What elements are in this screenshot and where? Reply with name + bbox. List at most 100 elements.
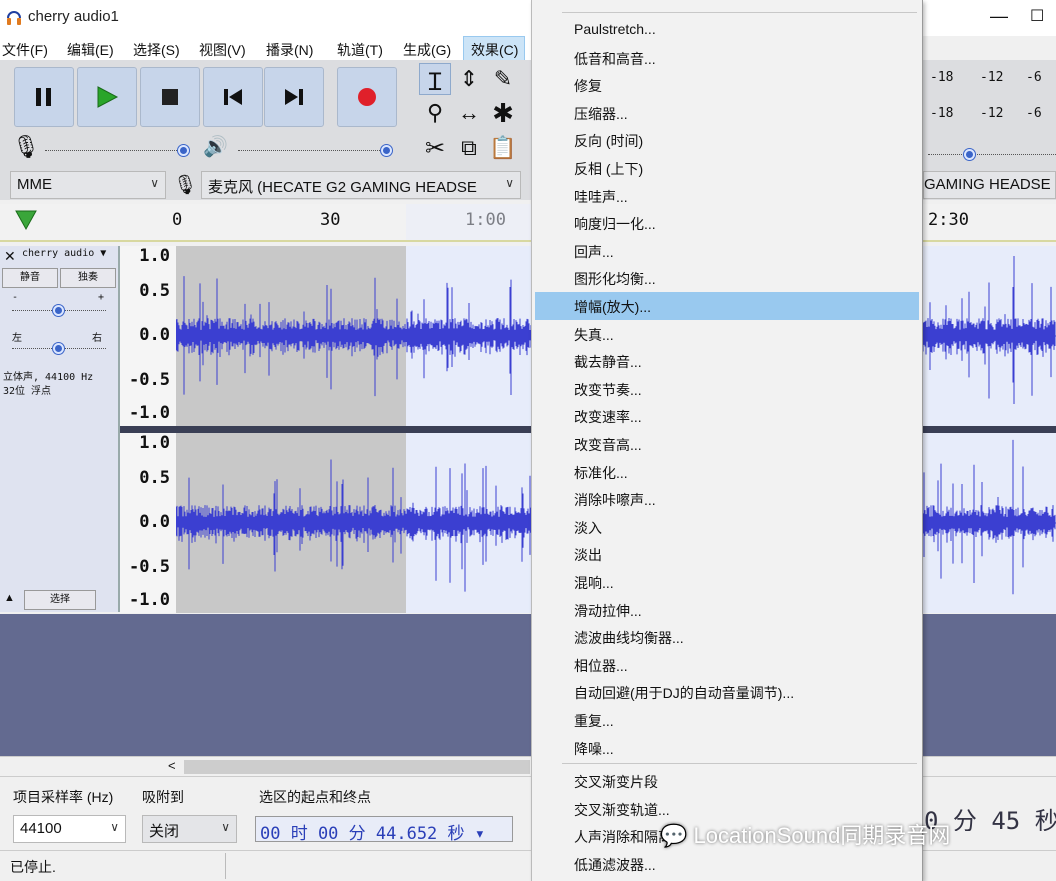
playback-speed-knob[interactable] xyxy=(964,149,975,160)
effect-menu-item[interactable]: 改变节奏... xyxy=(574,380,642,400)
effect-menu-item[interactable]: 混响... xyxy=(574,573,614,593)
skip-start-button[interactable] xyxy=(203,67,263,127)
effect-menu-item[interactable]: 反向 (时间) xyxy=(574,131,643,151)
axis-tick: 0.5 xyxy=(139,468,170,488)
asterisk-icon: ✱ xyxy=(492,97,514,128)
axis-tick: 0.0 xyxy=(139,325,170,345)
effect-menu-item[interactable]: 截去静音... xyxy=(574,352,642,372)
effect-menu-item[interactable]: 重复... xyxy=(574,711,614,731)
pause-button[interactable] xyxy=(14,67,74,127)
stop-button[interactable] xyxy=(140,67,200,127)
effect-menu-item[interactable]: 修复 xyxy=(574,76,602,96)
menu-bar: 文件(F) 编辑(E) 选择(S) 视图(V) 播录(N) 轨道(T) 生成(G… xyxy=(0,36,540,65)
effect-menu-item[interactable]: 标准化... xyxy=(574,463,628,483)
playback-volume-knob[interactable] xyxy=(381,145,392,156)
paste-button[interactable]: 📋 xyxy=(487,132,519,164)
menu-generate[interactable]: 生成(G) xyxy=(403,40,451,60)
rate-select[interactable]: 44100 ∨ xyxy=(13,815,126,843)
effect-menu-item[interactable]: 反相 (上下) xyxy=(574,159,643,179)
host-select[interactable]: MME ∨ xyxy=(10,171,166,199)
effect-menu-dropdown: Paulstretch... 低音和高音... 修复压缩器... 反向 (时间) 反相 … xyxy=(531,0,923,881)
effect-menu-item[interactable]: 改变速率... xyxy=(574,407,642,427)
effect-menu-item[interactable]: 低通滤波器... xyxy=(574,855,656,875)
effect-menu-item[interactable]: 相位器... xyxy=(574,656,628,676)
draw-tool[interactable]: ✎ xyxy=(487,63,519,95)
wechat-icon: 💬 xyxy=(660,823,688,848)
meter-tick: -6 xyxy=(1026,70,1042,85)
zoom-tool[interactable]: ⚲ xyxy=(419,97,451,129)
pan-knob[interactable] xyxy=(53,343,64,354)
selection-start-time[interactable]: 00 时 00 分 44.652 秒 ▾ xyxy=(255,816,513,842)
track-name-menu[interactable]: cherry audio ▼ xyxy=(22,248,118,266)
menu-file[interactable]: 文件(F) xyxy=(2,40,48,60)
scroll-left-icon[interactable]: < xyxy=(168,758,176,773)
skip-end-icon xyxy=(285,89,303,105)
effect-menu-item[interactable]: 滑动拉伸... xyxy=(574,601,642,621)
menu-record[interactable]: 播录(N) xyxy=(266,40,313,60)
skip-end-button[interactable] xyxy=(264,67,324,127)
gain-plus: + xyxy=(98,292,105,303)
start-time-value: 00 时 00 分 44.652 秒 xyxy=(260,824,465,842)
effect-menu-item[interactable]: 自动回避(用于DJ的自动音量调节)... xyxy=(574,683,794,703)
minimize-button[interactable]: — xyxy=(990,6,1008,27)
cut-button[interactable]: ✂ xyxy=(419,132,451,164)
envelope-tool[interactable]: ⇕ xyxy=(453,63,485,95)
record-icon xyxy=(358,88,376,106)
scrollbar-thumb[interactable] xyxy=(184,760,530,774)
record-button[interactable] xyxy=(337,67,397,127)
effect-menu-item[interactable]: 增幅(放大)... xyxy=(574,297,651,317)
effect-menu-item[interactable]: 降噪... xyxy=(574,739,614,759)
effect-menu-item[interactable]: 哇哇声... xyxy=(574,187,628,207)
meter-tick: -12 xyxy=(980,70,1004,85)
select-track-button[interactable]: 选择 xyxy=(24,590,96,610)
maximize-button[interactable]: ☐ xyxy=(1030,6,1044,26)
multi-tool[interactable]: ✱ xyxy=(487,97,519,129)
pan-left-label: 左 xyxy=(12,333,22,344)
close-track-icon[interactable]: ✕ xyxy=(4,248,16,265)
effect-menu-item[interactable]: 交叉渐变轨道... xyxy=(574,800,670,820)
menu-select[interactable]: 选择(S) xyxy=(133,40,180,60)
effect-menu-item[interactable]: 滤波曲线均衡器... xyxy=(574,628,684,648)
menu-edit[interactable]: 编辑(E) xyxy=(67,40,114,60)
effect-menu-item[interactable]: 图形化均衡... xyxy=(574,269,656,289)
gain-knob[interactable] xyxy=(53,305,64,316)
effect-menu-item[interactable]: 交叉渐变片段 xyxy=(574,772,658,792)
solo-button[interactable]: 独奏 xyxy=(60,268,116,288)
output-device-select[interactable]: GAMING HEADSE xyxy=(923,171,1056,199)
menu-tracks[interactable]: 轨道(T) xyxy=(337,40,383,60)
recording-volume-slider[interactable] xyxy=(45,150,185,151)
effect-menu-item[interactable]: 改变音高... xyxy=(574,435,642,455)
menu-view[interactable]: 视图(V) xyxy=(199,40,246,60)
copy-button[interactable]: ⧉ xyxy=(453,132,485,164)
effect-menu-item[interactable]: 淡入 xyxy=(574,518,602,538)
window-title: cherry audio1 xyxy=(28,8,119,25)
effect-menu-item[interactable]: 消除咔嚓声... xyxy=(574,490,656,510)
magnifier-icon: ⚲ xyxy=(426,100,444,125)
microphone-icon: 🎙 xyxy=(12,134,40,159)
effect-menu-item[interactable]: 淡出 xyxy=(574,545,602,565)
ruler-selection xyxy=(406,204,531,240)
snap-select[interactable]: 关闭 ∨ xyxy=(142,815,237,843)
playback-volume-slider[interactable] xyxy=(238,150,388,151)
play-button[interactable] xyxy=(77,67,137,127)
selection-tool[interactable]: Ｉ xyxy=(419,63,451,96)
effect-menu-item[interactable]: 失真... xyxy=(574,325,614,345)
chevron-down-icon: ∨ xyxy=(221,820,230,834)
collapse-icon[interactable]: ▲ xyxy=(4,592,15,604)
timeshift-tool[interactable]: ↔ xyxy=(453,97,485,129)
effect-menu-item[interactable]: 回声... xyxy=(574,242,614,262)
mute-button[interactable]: 静音 xyxy=(2,268,58,288)
effect-menu-item[interactable]: Paulstretch... xyxy=(574,21,656,37)
effect-menu-item[interactable]: 响度归一化... xyxy=(574,214,656,234)
chevron-down-icon: ∨ xyxy=(505,176,514,190)
effect-menu-item[interactable]: 低音和高音... xyxy=(574,49,656,69)
effect-menu-item[interactable]: 压缩器... xyxy=(574,104,628,124)
ruler-tick: 30 xyxy=(320,210,341,230)
vertical-axis-right-channel: 1.0 0.5 0.0 -0.5 -1.0 xyxy=(120,433,176,613)
clipboard-icon: 📋 xyxy=(489,135,517,160)
input-device-select[interactable]: 麦克风 (HECATE G2 GAMING HEADSE ∨ xyxy=(201,171,521,199)
playback-speed-slider[interactable] xyxy=(928,154,1056,155)
track-name: cherry audio xyxy=(22,248,95,259)
play-head-triangle-icon xyxy=(15,210,37,231)
recording-volume-knob[interactable] xyxy=(178,145,189,156)
